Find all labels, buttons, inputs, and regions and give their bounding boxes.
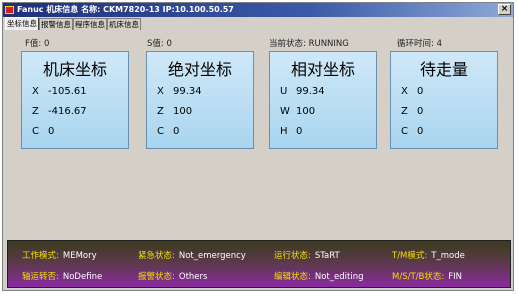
axis-value: 99.34 <box>173 86 202 97</box>
axis-label: W <box>280 106 290 117</box>
alarm-status: 报警状态: Others <box>138 270 207 282</box>
distance-to-go-panel: 待走量 X0 Z0 C0 <box>390 51 498 149</box>
msbt-status: M/S/T/B状态: FIN <box>392 270 462 282</box>
run-state-status: 运行状态: STaRT <box>274 249 340 261</box>
coordinate-row: X0 <box>401 86 423 97</box>
status-label: 紧急状态: <box>138 251 175 261</box>
coordinate-row: Z 100 <box>157 106 192 117</box>
axis-value: 0 <box>417 126 424 137</box>
axis-label: H <box>280 126 288 137</box>
tab-coordinates[interactable]: 坐标信息 <box>5 17 39 30</box>
status-label: 编辑状态: <box>274 272 311 282</box>
status-value: NoDefine <box>62 272 103 282</box>
spindle-speed-value: S值: 0 <box>147 39 172 49</box>
status-label: 工作模式: <box>22 251 59 261</box>
tm-mode-status: T/M模式: T_mode <box>392 249 465 261</box>
coordinates-page: F值: 0 S值: 0 当前状态: RUNNING 循环时间: 4 机床坐标 X… <box>7 30 511 235</box>
coordinate-row: C0 <box>401 126 423 137</box>
status-label: 轴运转否: <box>22 272 59 282</box>
axis-value: 99.34 <box>296 86 325 97</box>
axis-label: X <box>401 86 408 97</box>
status-value: Not_emergency <box>178 251 246 261</box>
coordinate-row: U 99.34 <box>280 86 325 97</box>
tab-machine-info[interactable]: 机床信息 <box>107 18 141 30</box>
axis-label: C <box>32 126 39 137</box>
panel-title: 待走量 <box>419 60 468 79</box>
coordinate-row: C0 <box>157 126 179 137</box>
relative-coordinates-panel: 相对坐标 U 99.34 W 100 H0 <box>269 51 377 149</box>
axis-label: Z <box>32 106 39 117</box>
axis-label: C <box>401 126 408 137</box>
coordinate-row: X -105.61 <box>32 86 87 97</box>
status-value: T_mode <box>431 251 465 261</box>
current-state: 当前状态: RUNNING <box>269 39 349 49</box>
coordinate-row: Z -416.67 <box>32 106 87 117</box>
coordinate-row: C0 <box>32 126 54 137</box>
coordinate-row: H0 <box>280 126 302 137</box>
axis-value: 100 <box>296 106 316 117</box>
coordinate-row: Z0 <box>401 106 423 117</box>
axis-label: X <box>32 86 39 97</box>
emergency-status: 紧急状态: Not_emergency <box>138 249 246 261</box>
panel-title: 机床坐标 <box>42 60 107 79</box>
feed-rate-value: F值: 0 <box>25 39 50 49</box>
panel-title: 相对坐标 <box>290 60 355 79</box>
coordinate-row: W 100 <box>280 106 315 117</box>
cycle-time: 循环时间: 4 <box>397 39 442 49</box>
app-window: Fanuc 机床信息 名称: CKM7820-13 IP:10.100.50.5… <box>2 2 514 291</box>
status-label: M/S/T/B状态: <box>392 272 445 282</box>
axis-value: 0 <box>296 126 303 137</box>
spindle-status: 轴运转否: NoDefine <box>22 270 102 282</box>
axis-label: Z <box>401 106 408 117</box>
axis-label: Z <box>157 106 164 117</box>
absolute-coordinates-panel: 绝对坐标 X 99.34 Z 100 C0 <box>146 51 254 149</box>
axis-value: 0 <box>417 86 424 97</box>
title-bar: Fanuc 机床信息 名称: CKM7820-13 IP:10.100.50.5… <box>3 3 513 17</box>
edit-status: 编辑状态: Not_editing <box>274 270 363 282</box>
axis-value: 0 <box>173 126 180 137</box>
status-value: STaRT <box>314 251 340 261</box>
axis-value: 0 <box>417 106 424 117</box>
axis-label: U <box>280 86 288 97</box>
work-mode-status: 工作模式: MEMory <box>22 249 97 261</box>
axis-value: -105.61 <box>48 86 87 97</box>
status-bar: 工作模式: MEMory 紧急状态: Not_emergency 运行状态: STaR… <box>7 240 511 288</box>
panel-title: 绝对坐标 <box>167 60 232 79</box>
machine-coordinates-panel: 机床坐标 X -105.61 Z -416.67 C0 <box>21 51 129 149</box>
status-label: T/M模式: <box>392 251 428 261</box>
axis-value: 0 <box>48 126 55 137</box>
status-label: 报警状态: <box>138 272 175 282</box>
status-value: Not_editing <box>314 272 364 282</box>
axis-label: X <box>157 86 164 97</box>
window-title: Fanuc 机床信息 名称: CKM7820-13 IP:10.100.50.5… <box>17 5 234 14</box>
axis-label: C <box>157 126 164 137</box>
app-logo-icon <box>5 6 14 14</box>
tab-programs[interactable]: 程序信息 <box>73 18 107 30</box>
status-value: MEMory <box>62 251 97 261</box>
status-value: FIN <box>448 272 462 282</box>
close-button[interactable]: × <box>498 4 511 15</box>
coordinate-row: X 99.34 <box>157 86 202 97</box>
status-value: Others <box>178 272 208 282</box>
axis-value: 100 <box>173 106 193 117</box>
axis-value: -416.67 <box>48 106 87 117</box>
tab-alarms[interactable]: 报警信息 <box>39 18 73 30</box>
status-label: 运行状态: <box>274 251 311 261</box>
